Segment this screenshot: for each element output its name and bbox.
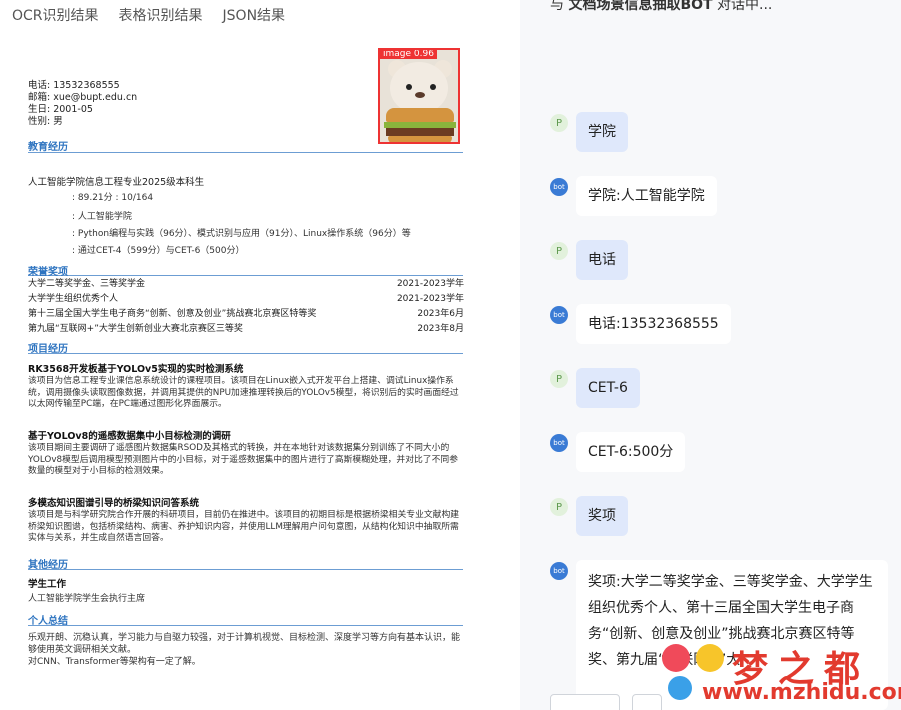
award-row: 大学二等奖学金、三等奖学金 2021-2023学年 bbox=[28, 276, 464, 289]
other-title: 学生工作 bbox=[28, 579, 67, 590]
award-date: 2023年6月 bbox=[417, 309, 464, 319]
project-title: RK3568开发板基于YOLOv5实现的实时检测系统 bbox=[28, 364, 244, 375]
info-email: 邮箱: xue@bupt.edu.cn bbox=[28, 92, 138, 103]
user-message: 学院 bbox=[576, 112, 628, 152]
divider bbox=[28, 152, 463, 153]
section-education-title: 教育经历 bbox=[28, 142, 68, 153]
education-line: : 通过CET-4（599分）与CET-6（500分） bbox=[72, 246, 245, 256]
award-name: 第九届“互联网+”大学生创新创业大赛北京赛区三等奖 bbox=[28, 324, 243, 334]
award-row: 第十三届全国大学生电子商务“创新、创意及创业”挑战赛北京赛区特等奖 2023年6… bbox=[28, 306, 464, 319]
education-line: : Python编程与实践（96分）、模式识别与应用（91分）、Linux操作系… bbox=[72, 229, 411, 239]
user-avatar: P bbox=[550, 114, 568, 132]
tab-table[interactable]: 表格识别结果 bbox=[119, 5, 203, 25]
award-row: 大学学生组织优秀个人 2021-2023学年 bbox=[28, 291, 464, 304]
bot-avatar: bot bbox=[550, 306, 568, 324]
chat-header: 与 文档场景信息抽取BOT 对话中... bbox=[550, 0, 772, 14]
award-name: 大学学生组织优秀个人 bbox=[28, 294, 119, 304]
user-avatar: P bbox=[550, 370, 568, 388]
award-date: 2023年8月 bbox=[417, 324, 464, 334]
divider bbox=[28, 353, 463, 354]
project-title: 多模态知识图谱引导的桥梁知识问答系统 bbox=[28, 498, 200, 509]
divider bbox=[28, 569, 463, 570]
project-title: 基于YOLOv8的遥感数据集中小目标检测的调研 bbox=[28, 431, 231, 442]
award-date: 2021-2023学年 bbox=[396, 279, 464, 289]
watermark-url: www.mzhidu.com bbox=[702, 680, 901, 705]
header-prefix: 与 bbox=[550, 0, 564, 13]
bot-avatar: bot bbox=[550, 562, 568, 580]
action-button[interactable] bbox=[550, 694, 620, 710]
divider bbox=[28, 625, 463, 626]
tab-json[interactable]: JSON结果 bbox=[223, 5, 286, 25]
bot-message: 电话:13532368555 bbox=[576, 304, 731, 344]
info-gender: 性别: 男 bbox=[28, 116, 63, 127]
detection-label: image 0.96 bbox=[380, 50, 437, 59]
face-icon bbox=[696, 644, 724, 672]
action-button[interactable] bbox=[632, 694, 662, 710]
user-message: CET-6 bbox=[576, 368, 640, 408]
contact-info: 电话: 13532368555 邮箱: xue@bupt.edu.cn 生日: … bbox=[28, 80, 137, 128]
result-panel: OCR识别结果 表格识别结果 JSON结果 image 0.96 电话: 135… bbox=[0, 0, 495, 710]
education-line: : 人工智能学院 bbox=[72, 212, 132, 222]
user-message: 电话 bbox=[576, 240, 628, 280]
header-suffix: 对话中... bbox=[717, 0, 773, 13]
profile-photo: image 0.96 bbox=[378, 48, 460, 144]
header-bot-name: 文档场景信息抽取BOT bbox=[568, 0, 713, 13]
award-name: 第十三届全国大学生电子商务“创新、创意及创业”挑战赛北京赛区特等奖 bbox=[28, 309, 317, 319]
summary-text: 乐观开朗、沉稳认真，学习能力与自驱力较强，对于计算机视觉、目标检测、深度学习等方… bbox=[28, 633, 461, 667]
chat-panel: 与 文档场景信息抽取BOT 对话中... P 学院 bot 学院:人工智能学院 … bbox=[520, 0, 901, 710]
project-desc: 该项目为信息工程专业课信息系统设计的课程项目。该项目在Linux嵌入式开发平台上… bbox=[28, 376, 459, 409]
project-desc: 该项目是与科学研究院合作开展的科研项目，目前仍在推进中。该项目的初期目标是根据桥… bbox=[28, 510, 460, 543]
bot-message: CET-6:500分 bbox=[576, 432, 686, 472]
face-icon bbox=[668, 676, 692, 700]
face-icon bbox=[662, 644, 690, 672]
result-tabs: OCR识别结果 表格识别结果 JSON结果 bbox=[0, 0, 285, 30]
user-avatar: P bbox=[550, 242, 568, 260]
award-date: 2021-2023学年 bbox=[396, 294, 464, 304]
award-name: 大学二等奖学金、三等奖学金 bbox=[28, 279, 146, 289]
info-birthday: 生日: 2001-05 bbox=[28, 104, 93, 115]
other-text: 人工智能学院学生会执行主席 bbox=[28, 594, 146, 604]
bot-avatar: bot bbox=[550, 178, 568, 196]
education-line: : 89.21分 : 10/164 bbox=[72, 193, 154, 203]
user-message: 奖项 bbox=[576, 496, 628, 536]
education-main: 人工智能学院信息工程专业2025级本科生 bbox=[28, 177, 205, 188]
bot-message: 学院:人工智能学院 bbox=[576, 176, 717, 216]
award-row: 第九届“互联网+”大学生创新创业大赛北京赛区三等奖 2023年8月 bbox=[28, 321, 464, 334]
info-phone: 电话: 13532368555 bbox=[28, 80, 120, 91]
bot-avatar: bot bbox=[550, 434, 568, 452]
tab-ocr[interactable]: OCR识别结果 bbox=[12, 5, 99, 25]
project-desc: 该项目期间主要调研了遥感图片数据集RSOD及其格式的转换，并在本地针对该数据集分… bbox=[28, 443, 458, 476]
watermark-logo: 梦之都 www.mzhidu.com bbox=[662, 640, 901, 706]
resume-document: image 0.96 电话: 13532368555 邮箱: xue@bupt.… bbox=[18, 34, 493, 710]
user-avatar: P bbox=[550, 498, 568, 516]
